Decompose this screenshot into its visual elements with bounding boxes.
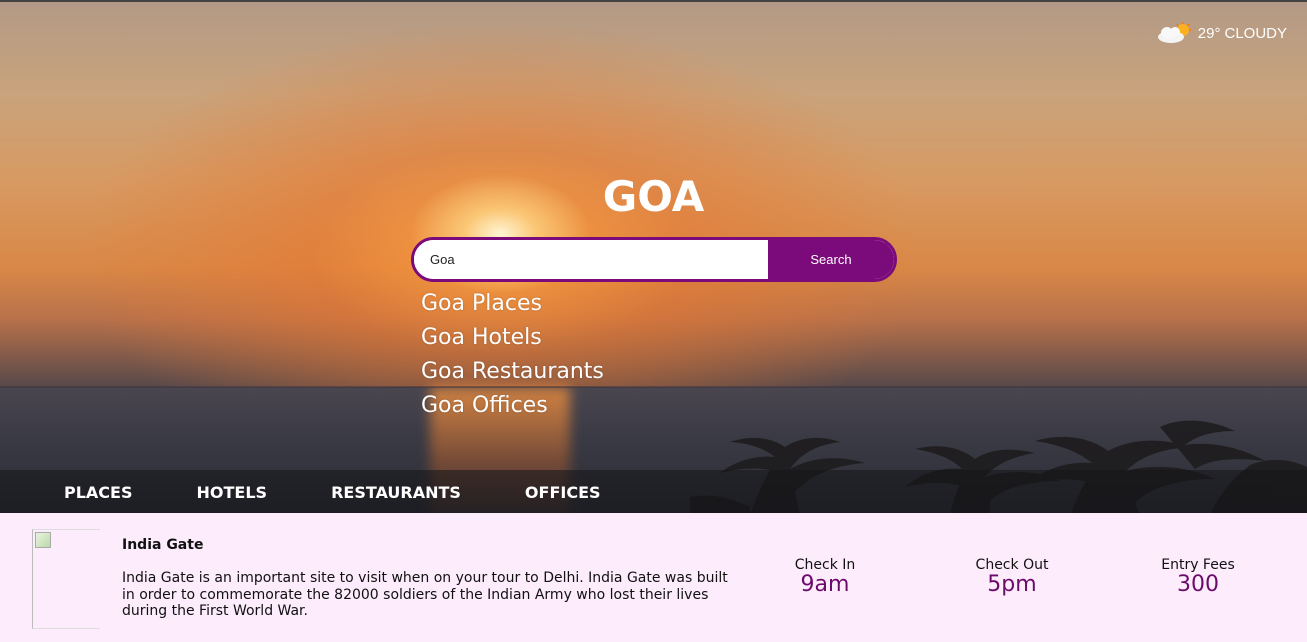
weather-text: 29° CLOUDY (1198, 25, 1287, 42)
search-input[interactable] (414, 240, 768, 279)
check-out-stat: Check Out 5pm (937, 557, 1087, 597)
check-out-label: Check Out (975, 557, 1049, 573)
suggestion-hotels[interactable]: Goa Hotels (421, 322, 604, 356)
tab-restaurants[interactable]: RESTAURANTS (331, 483, 461, 502)
search-suggestions: Goa Places Goa Hotels Goa Restaurants Go… (421, 288, 604, 424)
weather-temperature: 29° (1197, 24, 1221, 42)
place-description: India Gate is an important site to visit… (122, 570, 728, 619)
entry-fees-label: Entry Fees (1161, 557, 1235, 573)
check-in-label: Check In (794, 557, 856, 573)
weather-widget: 29° CLOUDY (1156, 22, 1287, 44)
tab-hotels[interactable]: HOTELS (197, 483, 268, 502)
category-tabs: PLACES HOTELS RESTAURANTS OFFICES (0, 470, 1307, 513)
place-card: India Gate India Gate is an important si… (0, 513, 1307, 642)
suggestion-places[interactable]: Goa Places (421, 288, 604, 322)
tab-offices[interactable]: OFFICES (525, 483, 601, 502)
place-name: India Gate (122, 537, 204, 553)
weather-condition: CLOUDY (1224, 24, 1287, 42)
city-title: GOA (602, 172, 705, 221)
entry-fees-value: 300 (1177, 572, 1219, 597)
suggestion-offices[interactable]: Goa Offices (421, 390, 604, 424)
check-in-stat: Check In 9am (750, 557, 900, 597)
broken-image-icon (35, 532, 51, 548)
search-button[interactable]: Search (768, 240, 894, 279)
entry-fees-stat: Entry Fees 300 (1123, 557, 1273, 597)
check-out-value: 5pm (987, 572, 1037, 597)
place-thumbnail[interactable] (32, 529, 100, 629)
horizon-line (0, 386, 1307, 388)
hero-banner: 29° CLOUDY GOA Search Goa Places Goa Hot… (0, 0, 1307, 513)
search-bar: Search (411, 237, 897, 282)
suggestion-restaurants[interactable]: Goa Restaurants (421, 356, 604, 390)
check-in-value: 9am (800, 572, 850, 597)
cloud-sun-icon (1156, 22, 1194, 44)
tab-places[interactable]: PLACES (64, 483, 133, 502)
